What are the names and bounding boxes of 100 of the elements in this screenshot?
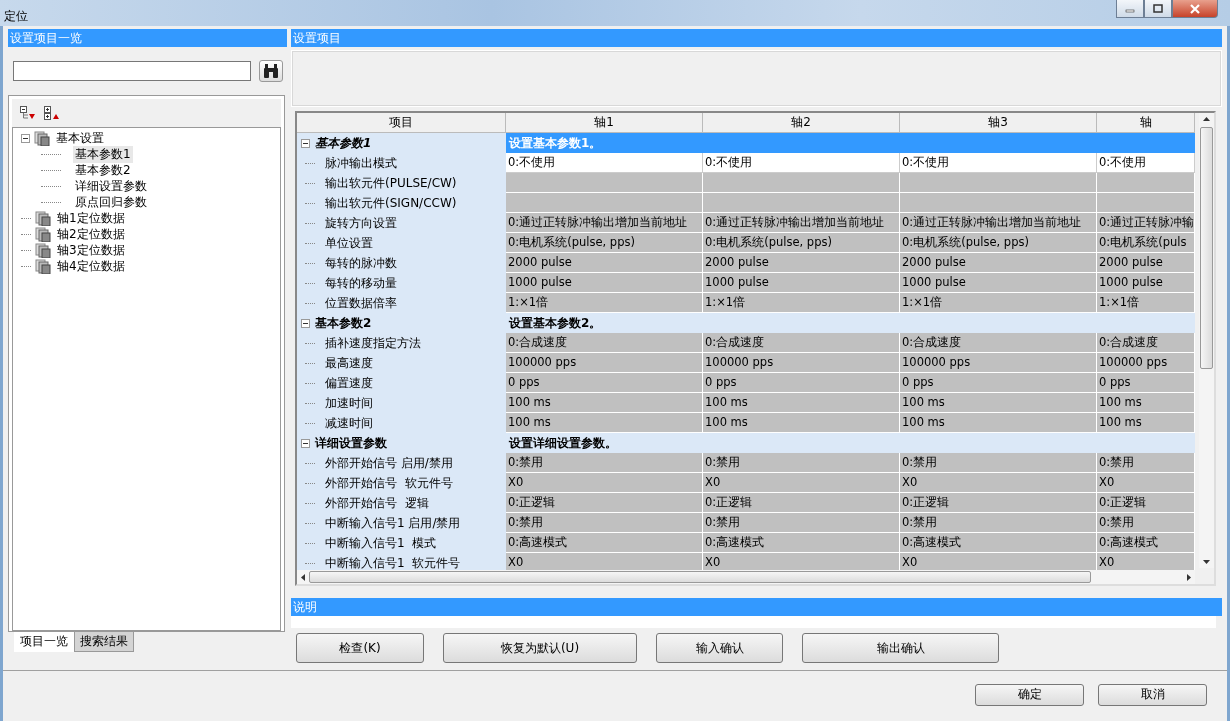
table-cell[interactable]: 0:禁用 <box>703 513 900 533</box>
collapse-all-button[interactable] <box>44 106 60 120</box>
table-cell[interactable]: 0:高速模式 <box>900 533 1097 553</box>
tree-item[interactable]: 基本设置 <box>54 129 106 147</box>
action-button[interactable]: 恢复为默认(U) <box>443 633 637 663</box>
table-cell[interactable]: X0 <box>1097 553 1195 570</box>
table-cell[interactable]: X0 <box>900 553 1097 570</box>
table-cell[interactable]: 2000 pulse <box>1097 253 1195 273</box>
table-cell[interactable]: 0:禁用 <box>703 453 900 473</box>
table-cell[interactable]: 1000 pulse <box>1097 273 1195 293</box>
table-cell[interactable]: 1000 pulse <box>703 273 900 293</box>
dialog-button[interactable]: 取消 <box>1098 683 1207 706</box>
table-cell[interactable]: 0:电机系统(puls <box>1097 233 1195 253</box>
group-cell[interactable]: 详细设置参数 <box>297 433 506 453</box>
action-button[interactable]: 检查(K) <box>296 633 424 663</box>
table-cell[interactable]: 1000 pulse <box>900 273 1097 293</box>
table-cell[interactable]: 0:禁用 <box>506 513 703 533</box>
group-cell[interactable]: 基本参数2 <box>297 313 506 333</box>
scroll-thumb[interactable] <box>309 571 1091 583</box>
tree-item[interactable]: 原点回归参数 <box>73 193 149 211</box>
table-cell[interactable]: 0 pps <box>506 373 703 393</box>
table-cell[interactable]: 0:高速模式 <box>703 533 900 553</box>
column-header[interactable]: 轴3 <box>900 113 1097 133</box>
table-cell[interactable]: 100 ms <box>506 413 703 433</box>
tree-item[interactable]: 轴4定位数据 <box>55 257 127 275</box>
table-cell[interactable] <box>1097 193 1195 213</box>
table-cell[interactable]: 100 ms <box>900 413 1097 433</box>
column-header[interactable]: 轴2 <box>703 113 900 133</box>
table-cell[interactable]: 0 pps <box>900 373 1097 393</box>
expander-icon[interactable] <box>21 133 30 143</box>
table-cell[interactable]: 0:电机系统(pulse, pps) <box>703 233 900 253</box>
expander-icon[interactable] <box>301 318 310 328</box>
table-cell[interactable]: 0:正逻辑 <box>900 493 1097 513</box>
table-cell[interactable] <box>1097 173 1195 193</box>
group-cell[interactable]: 基本参数1 <box>297 133 506 153</box>
table-cell[interactable] <box>703 193 900 213</box>
table-cell[interactable]: X0 <box>506 553 703 570</box>
table-cell[interactable]: 0:通过正转脉冲输 <box>1097 213 1195 233</box>
table-cell[interactable] <box>506 173 703 193</box>
table-cell[interactable]: 0:正逻辑 <box>703 493 900 513</box>
dialog-button[interactable]: 确定 <box>975 683 1084 706</box>
search-button[interactable] <box>259 60 283 82</box>
table-cell[interactable]: X0 <box>900 473 1097 493</box>
table-cell[interactable]: 2000 pulse <box>703 253 900 273</box>
table-cell[interactable]: 0:正逻辑 <box>1097 493 1195 513</box>
tab[interactable]: 搜索结果 <box>74 632 134 652</box>
table-cell[interactable]: 0:合成速度 <box>900 333 1097 353</box>
table-cell[interactable]: 100 ms <box>900 393 1097 413</box>
action-button[interactable]: 输出确认 <box>802 633 999 663</box>
table-cell[interactable]: 0:电机系统(pulse, pps) <box>506 233 703 253</box>
search-field[interactable] <box>13 61 251 81</box>
table-cell[interactable]: 100 ms <box>506 393 703 413</box>
table-cell[interactable]: 100000 pps <box>506 353 703 373</box>
table-cell[interactable]: X0 <box>703 553 900 570</box>
tab[interactable]: 项目一览 <box>14 632 74 652</box>
column-header[interactable]: 轴 <box>1097 113 1195 133</box>
vertical-scrollbar[interactable] <box>1199 113 1214 568</box>
table-cell[interactable]: 0:禁用 <box>1097 513 1195 533</box>
table-cell[interactable]: 1000 pulse <box>506 273 703 293</box>
expander-icon[interactable] <box>301 138 310 148</box>
column-header[interactable]: 项目 <box>297 113 506 133</box>
table-cell[interactable]: 100000 pps <box>703 353 900 373</box>
table-cell[interactable]: 0:禁用 <box>506 453 703 473</box>
table-cell[interactable]: 0:禁用 <box>900 513 1097 533</box>
expand-all-button[interactable] <box>20 106 36 120</box>
table-cell[interactable]: 0:合成速度 <box>703 333 900 353</box>
tree-item[interactable]: 基本参数2 <box>73 161 133 179</box>
tree-item[interactable]: 轴3定位数据 <box>55 241 127 259</box>
maximize-button[interactable] <box>1144 0 1172 18</box>
table-cell[interactable]: X0 <box>1097 473 1195 493</box>
tree-item[interactable]: 详细设置参数 <box>73 177 149 195</box>
expander-icon[interactable] <box>301 438 310 448</box>
table-cell[interactable]: 0:不使用 <box>1097 153 1195 173</box>
table-cell[interactable]: 0:电机系统(pulse, pps) <box>900 233 1097 253</box>
column-header[interactable]: 轴1 <box>506 113 703 133</box>
table-cell[interactable]: 100 ms <box>1097 393 1195 413</box>
table-cell[interactable]: 0:正逻辑 <box>506 493 703 513</box>
table-cell[interactable]: 100000 pps <box>1097 353 1195 373</box>
table-cell[interactable]: 0 pps <box>1097 373 1195 393</box>
table-cell[interactable]: 0:高速模式 <box>1097 533 1195 553</box>
table-cell[interactable]: 0:禁用 <box>900 453 1097 473</box>
table-cell[interactable]: 0:不使用 <box>900 153 1097 173</box>
table-cell[interactable] <box>703 173 900 193</box>
tree-item[interactable]: 轴2定位数据 <box>55 225 127 243</box>
table-cell[interactable]: 1:×1倍 <box>506 293 703 313</box>
table-cell[interactable]: 0:不使用 <box>506 153 703 173</box>
table-cell[interactable]: X0 <box>506 473 703 493</box>
table-cell[interactable] <box>506 193 703 213</box>
horizontal-scrollbar[interactable] <box>297 570 1195 584</box>
scroll-thumb[interactable] <box>1200 127 1213 369</box>
table-cell[interactable] <box>900 173 1097 193</box>
tree-item[interactable]: 基本参数1 <box>73 145 133 163</box>
table-cell[interactable]: 0:通过正转脉冲输出增加当前地址 <box>703 213 900 233</box>
table-cell[interactable]: 0:合成速度 <box>506 333 703 353</box>
table-cell[interactable]: 100 ms <box>1097 413 1195 433</box>
table-cell[interactable]: 0:通过正转脉冲输出增加当前地址 <box>900 213 1097 233</box>
table-cell[interactable]: 2000 pulse <box>900 253 1097 273</box>
table-cell[interactable]: 0:合成速度 <box>1097 333 1195 353</box>
minimize-button[interactable] <box>1116 0 1144 18</box>
table-cell[interactable]: 1:×1倍 <box>1097 293 1195 313</box>
